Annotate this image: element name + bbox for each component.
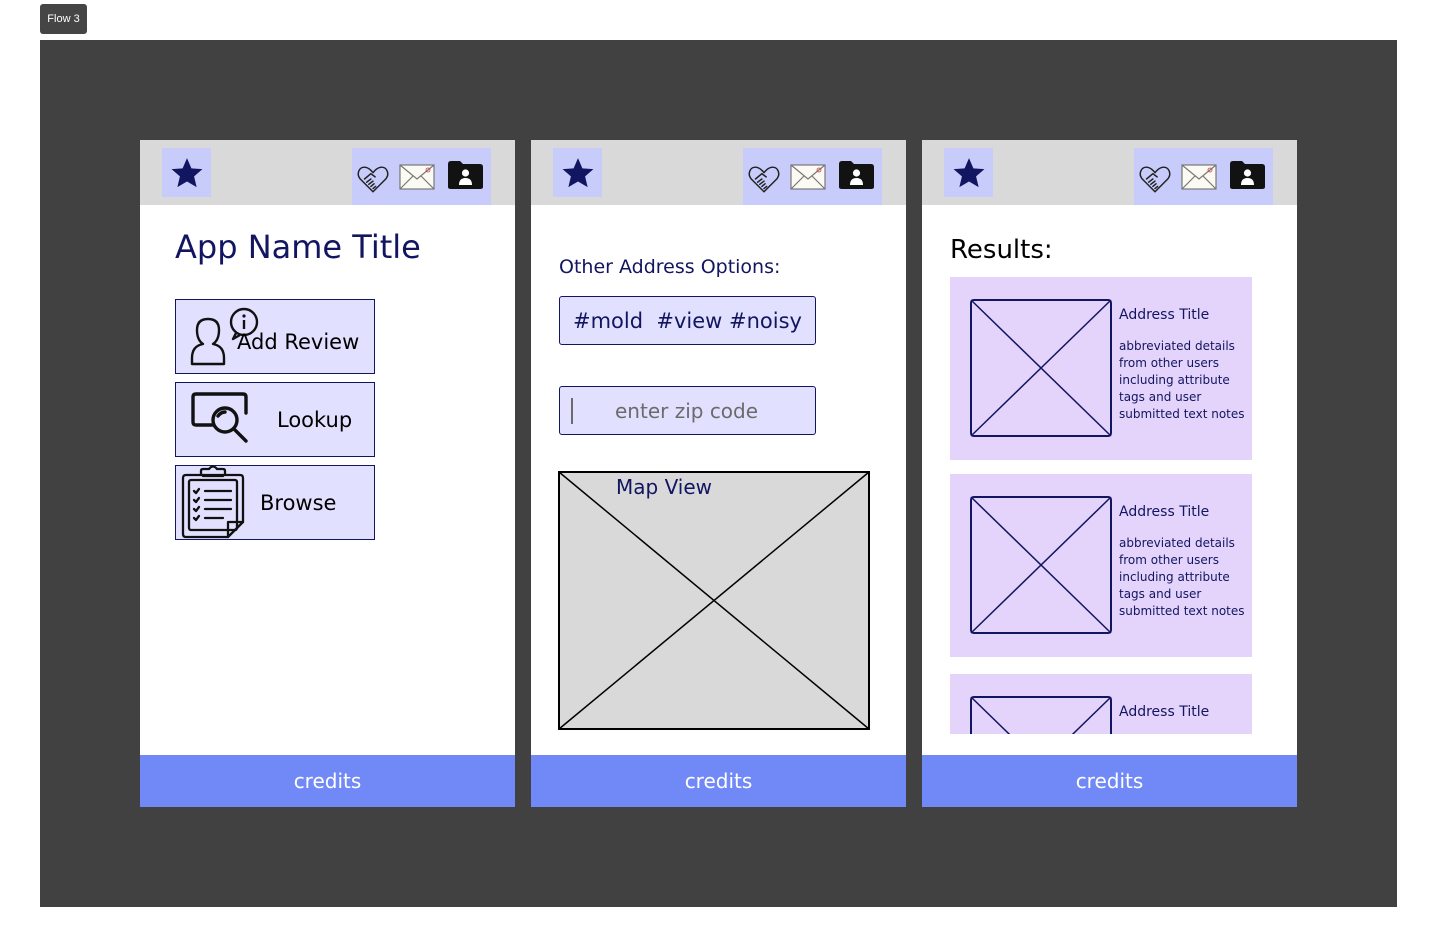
map-placeholder-graphic [558, 471, 870, 730]
handshake-heart-icon[interactable] [747, 162, 781, 196]
browse-label: Browse [260, 491, 337, 515]
header-icons [1134, 148, 1273, 205]
search-screen-icon [191, 392, 248, 443]
envelope-icon[interactable] [1181, 164, 1217, 190]
handshake-heart-icon[interactable] [356, 162, 390, 196]
lookup-label: Lookup [277, 408, 353, 432]
browse-button[interactable]: Browse [175, 465, 375, 540]
credits-bar[interactable]: credits [531, 755, 906, 807]
result-address-title: Address Title [1119, 307, 1210, 323]
star-icon [171, 157, 202, 187]
contact-folder-icon[interactable] [1229, 160, 1266, 190]
favorites-button[interactable] [162, 148, 211, 197]
credits-bar[interactable]: credits [140, 755, 515, 807]
envelope-icon[interactable] [790, 164, 826, 190]
text-cursor [571, 398, 573, 424]
results-screen: Results: Address Title abbreviated detai… [922, 140, 1297, 807]
star-icon [953, 157, 984, 187]
result-details: abbreviated details from other users inc… [1119, 339, 1245, 421]
credits-bar[interactable]: credits [922, 755, 1297, 807]
lookup-screen: Other Address Options: #mold #view #nois… [531, 140, 906, 807]
result-details: abbreviated details from other users inc… [1119, 536, 1245, 618]
flow-label[interactable]: Flow 3 [40, 4, 87, 34]
clipboard-list-icon [181, 465, 245, 539]
favorites-button[interactable] [944, 148, 993, 197]
results-list[interactable]: Address Title abbreviated details from o… [950, 277, 1260, 734]
top-bar [531, 140, 906, 205]
top-bar [140, 140, 515, 205]
result-card[interactable]: Address Title [950, 674, 1252, 734]
address-options-heading: Other Address Options: [559, 256, 781, 278]
star-icon [562, 157, 593, 187]
map-view[interactable]: Map View [558, 471, 870, 730]
add-review-button[interactable]: Add Review [175, 299, 375, 374]
lookup-button[interactable]: Lookup [175, 382, 375, 457]
handshake-heart-icon[interactable] [1138, 162, 1172, 196]
map-view-label: Map View [616, 475, 713, 499]
image-placeholder [970, 299, 1112, 437]
contact-folder-icon[interactable] [838, 160, 875, 190]
app-title: App Name Title [175, 228, 421, 266]
result-card[interactable]: Address Title abbreviated details from o… [950, 474, 1252, 657]
contact-folder-icon[interactable] [447, 160, 484, 190]
attribute-tags[interactable]: #mold #view #noisy [559, 296, 816, 345]
zip-code-input[interactable] [559, 386, 816, 435]
envelope-icon[interactable] [399, 164, 435, 190]
results-title: Results: [950, 235, 1053, 265]
result-card[interactable]: Address Title abbreviated details from o… [950, 277, 1252, 460]
header-icons [743, 148, 882, 205]
image-placeholder [970, 496, 1112, 634]
favorites-button[interactable] [553, 148, 602, 197]
image-placeholder [970, 696, 1112, 734]
top-bar [922, 140, 1297, 205]
add-review-label: Add Review [237, 330, 360, 354]
home-screen: App Name Title Add Review Lookup Browse … [140, 140, 515, 807]
result-address-title: Address Title [1119, 704, 1210, 720]
result-address-title: Address Title [1119, 504, 1210, 520]
header-icons [352, 148, 491, 205]
